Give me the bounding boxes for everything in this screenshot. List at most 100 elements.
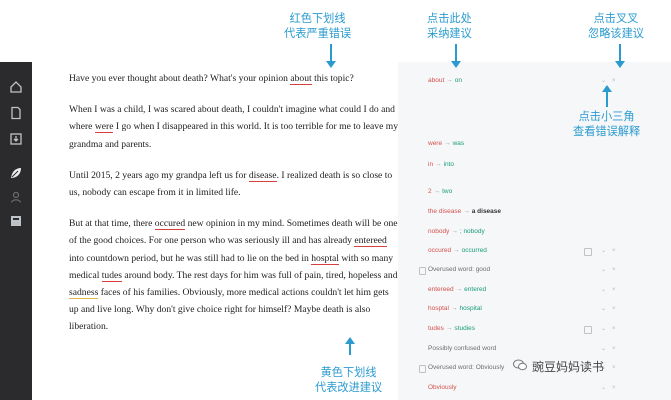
arrow-icon: → (463, 208, 470, 215)
leaf-icon[interactable] (9, 166, 23, 180)
paragraph-1: Have you ever thought about death? What'… (69, 70, 399, 87)
suggestion-to[interactable]: two (442, 188, 452, 195)
wechat-icon (513, 358, 527, 371)
suggestion-card[interactable]: were → was (428, 140, 464, 147)
suggestion-card[interactable]: Overused word: Obviously (428, 364, 504, 371)
suggestion-to[interactable]: occurred (462, 247, 487, 254)
flagged-word-sadness[interactable]: sadness (69, 287, 99, 300)
expand-triangle-icon[interactable]: ⌄ (601, 385, 606, 391)
paragraph-4: But at that time, there occured new opin… (69, 215, 399, 335)
suggestion-label: Obviously (428, 384, 457, 391)
download-icon[interactable] (9, 132, 23, 146)
suggestion-from: occured (428, 247, 452, 254)
arrow-icon: → (435, 161, 442, 168)
expand-triangle-icon[interactable]: ⌄ (601, 267, 606, 273)
suggestion-controls: ⌄ × (601, 286, 622, 293)
suggestion-controls: ⌄ × (601, 345, 622, 352)
annotation-yellow-underline: 黄色下划线 代表改进建议 (315, 366, 382, 396)
suggestion-to[interactable]: ; nobody (460, 228, 485, 235)
suggestion-value: Obviously (475, 364, 505, 371)
annotation-line: 点击叉叉 (593, 13, 639, 25)
suggestion-card[interactable]: Obviously (428, 384, 457, 391)
suggestion-controls: ⌄ × (601, 364, 622, 371)
suggestion-card[interactable]: hosptal → hospital (428, 305, 482, 312)
suggestion-to[interactable]: a disease (472, 208, 501, 215)
dismiss-icon[interactable]: × (612, 326, 616, 332)
arrow-icon: → (445, 325, 453, 332)
suggestion-card[interactable]: Overused word: good (428, 266, 490, 273)
text-run: I go when I disappeared in this world. I… (69, 121, 399, 150)
info-icon[interactable] (584, 326, 592, 334)
suggestion-card[interactable]: nobody →; nobody (428, 228, 485, 235)
dismiss-icon[interactable]: × (612, 346, 616, 352)
suggestion-controls: ⌄ × (601, 266, 622, 273)
expand-triangle-icon[interactable]: ⌄ (601, 78, 606, 84)
watermark: 豌豆妈妈读书 (532, 360, 605, 374)
dismiss-icon[interactable]: × (612, 287, 616, 293)
book-icon[interactable] (9, 214, 23, 228)
dismiss-icon[interactable]: × (612, 365, 616, 371)
flagged-word-were[interactable]: were (94, 121, 114, 134)
flagged-word-tudes[interactable]: tudes (101, 269, 123, 282)
suggestion-card[interactable]: about → on (428, 77, 462, 84)
expand-triangle-icon[interactable]: ⌄ (601, 346, 606, 352)
dismiss-icon[interactable]: × (612, 267, 616, 273)
suggestion-label: Overused word: (428, 266, 476, 273)
suggestion-card[interactable]: tudes → studies (428, 325, 475, 332)
suggestion-card[interactable]: Possibly confused word (428, 345, 496, 352)
document-body[interactable]: Have you ever thought about death? What'… (69, 70, 399, 350)
suggestion-card[interactable]: occured → occurred (428, 247, 487, 254)
arrow-down-icon (615, 44, 625, 68)
suggestion-to[interactable]: entered (464, 286, 486, 293)
arrow-icon: → (446, 77, 453, 84)
annotation-line: 查看错误解释 (573, 126, 641, 138)
suggestion-from: tudes (428, 325, 444, 332)
suggestion-from: hosptal (428, 305, 449, 312)
arrow-icon: → (455, 286, 463, 293)
dismiss-icon[interactable]: × (612, 78, 616, 84)
dismiss-icon[interactable]: × (612, 385, 616, 391)
suggestion-card[interactable]: entereed → entered (428, 286, 486, 293)
annotation-red-underline: 红色下划线 代表严重错误 (284, 12, 351, 42)
suggestion-card[interactable]: the disease → a disease (428, 208, 501, 215)
annotation-line: 采纳建议 (427, 28, 472, 40)
annotation-line: 代表严重错误 (284, 28, 352, 40)
annotation-line: 黄色下划线 (320, 367, 377, 379)
paragraph-3: Until 2015, 2 years ago my grandpa left … (69, 167, 399, 201)
suggestion-controls: ⌄ × (601, 325, 622, 332)
text-run: into countdown period, but he was still … (69, 252, 312, 264)
suggestion-card[interactable]: 2 → two (428, 188, 452, 195)
info-icon[interactable] (584, 248, 592, 256)
suggestion-from: the disease (428, 208, 462, 215)
person-icon[interactable] (9, 190, 23, 204)
arrow-up-icon (345, 337, 355, 355)
flagged-word-entereed[interactable]: entereed (354, 235, 387, 248)
suggestion-from: nobody (428, 228, 450, 235)
annotation-accept: 点击此处 采纳建议 (427, 12, 472, 42)
doc-icon (419, 267, 426, 275)
suggestion-to[interactable]: studies (454, 325, 475, 332)
flagged-word-disease[interactable]: disease (248, 169, 277, 182)
suggestion-card[interactable]: in → into (428, 161, 454, 168)
dismiss-icon[interactable]: × (612, 306, 616, 312)
text-run: this topic? (311, 73, 354, 84)
suggestion-to[interactable]: was (453, 140, 465, 147)
flagged-word-hosptal[interactable]: hosptal (311, 252, 339, 265)
paragraph-2: When I was a child, I was scared about d… (69, 101, 399, 153)
flagged-word-about[interactable]: about (290, 73, 312, 85)
expand-triangle-icon[interactable]: ⌄ (601, 248, 606, 254)
document-icon[interactable] (9, 106, 23, 120)
annotation-line: 忽略该建议 (588, 28, 644, 40)
annotation-ignore: 点击叉叉 忽略该建议 (588, 12, 644, 42)
suggestion-from: were (428, 140, 443, 147)
home-icon[interactable] (9, 80, 23, 94)
suggestion-to[interactable]: into (444, 161, 454, 168)
expand-triangle-icon[interactable]: ⌄ (601, 287, 606, 293)
expand-triangle-icon[interactable]: ⌄ (601, 326, 606, 332)
suggestion-to[interactable]: on (455, 77, 462, 84)
expand-triangle-icon[interactable]: ⌄ (601, 306, 606, 312)
flagged-word-occured[interactable]: occured (154, 218, 186, 231)
suggestion-to[interactable]: hospital (459, 305, 481, 312)
dismiss-icon[interactable]: × (612, 248, 616, 254)
arrow-icon: → (453, 247, 460, 254)
